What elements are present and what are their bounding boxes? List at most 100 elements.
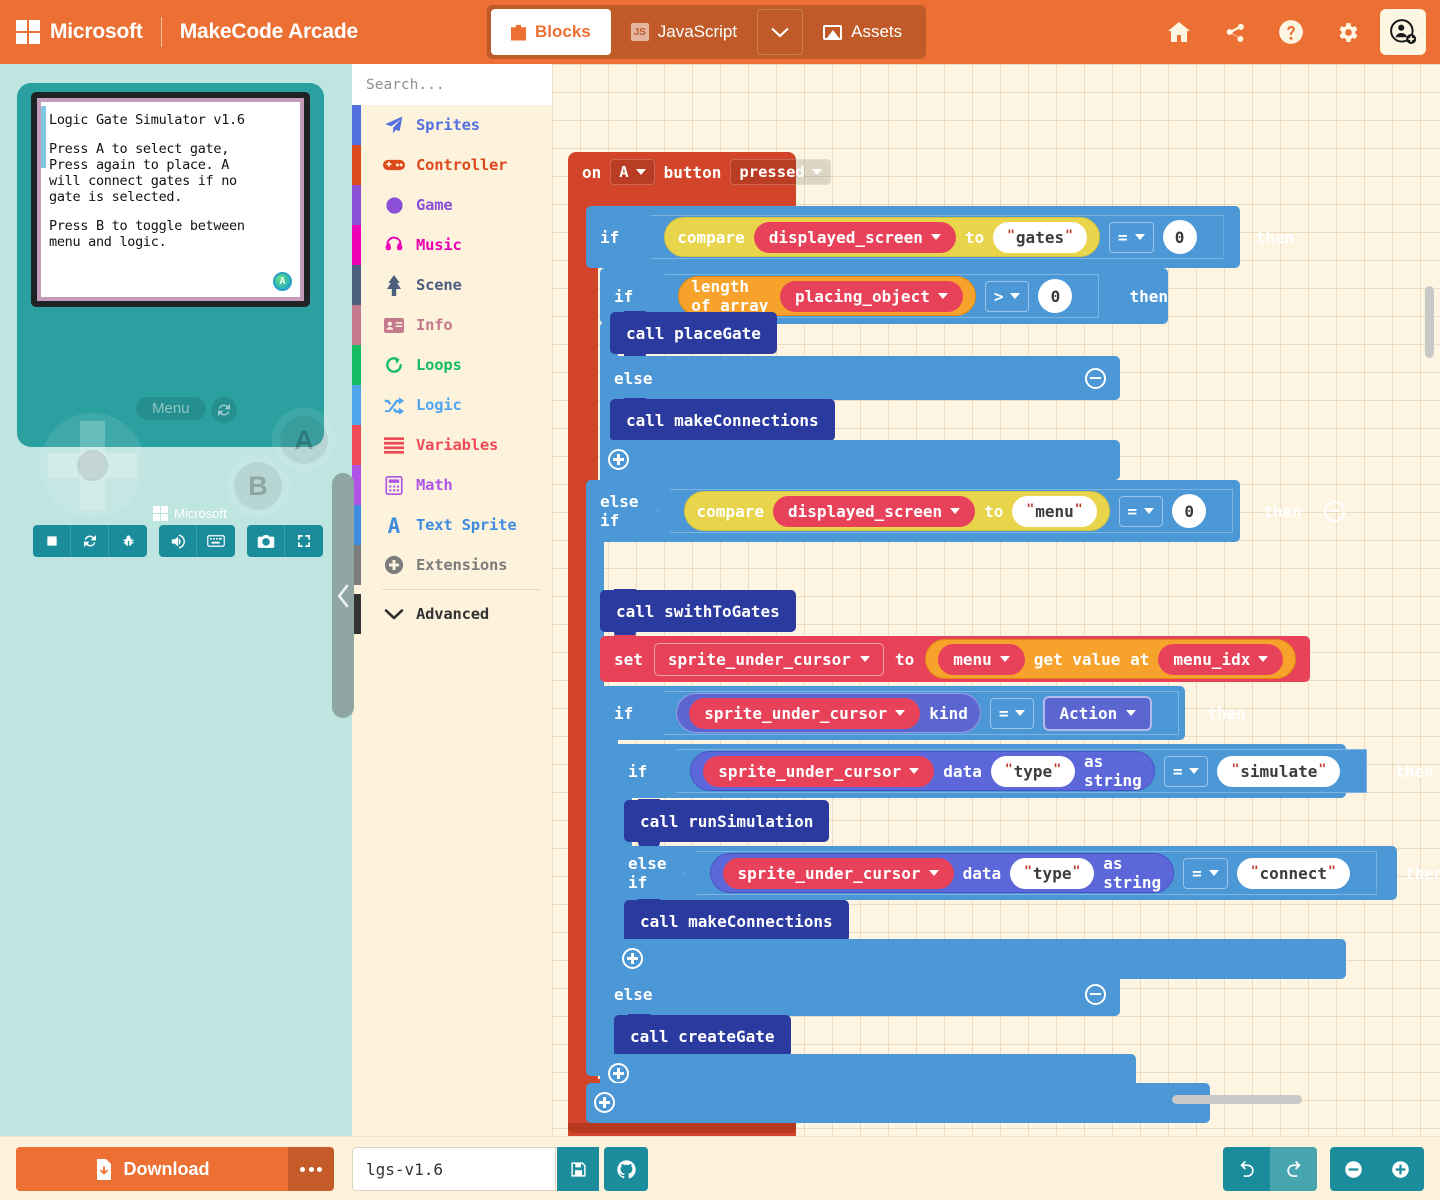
compare-1-variable[interactable]: displayed_screen xyxy=(753,221,956,253)
if-1-condition[interactable]: compare displayed_screen to " gates " = xyxy=(637,215,1224,259)
if-3-kind-select[interactable]: Action xyxy=(1043,695,1153,731)
if-3-condition[interactable]: sprite_under_cursor kind = Action xyxy=(649,691,1180,735)
toolbox-category-extensions[interactable]: Extensions xyxy=(352,545,552,585)
project-name-input[interactable] xyxy=(352,1147,556,1191)
account-icon[interactable] xyxy=(1380,9,1426,55)
toolbox-category-sprites[interactable]: Sprites xyxy=(352,105,552,145)
toolbox-category-math[interactable]: Math xyxy=(352,465,552,505)
array-index-variable[interactable]: menu_idx xyxy=(1158,643,1284,675)
else-if-block-1[interactable]: else if compare displayed_screen to " me… xyxy=(586,480,1345,542)
stop-icon[interactable] xyxy=(33,525,71,557)
tab-assets[interactable]: Assets xyxy=(803,9,922,55)
else-if-1-number[interactable]: 0 xyxy=(1172,494,1207,528)
event-button-select[interactable]: A xyxy=(610,159,655,185)
toolbox-category-text-sprite[interactable]: A Text Sprite xyxy=(352,505,552,545)
settings-gear-icon[interactable] xyxy=(1324,9,1370,55)
mutator-plus-icon-3[interactable] xyxy=(608,1063,629,1084)
compare-2-variable[interactable]: displayed_screen xyxy=(772,495,976,527)
fullscreen-icon[interactable] xyxy=(285,525,323,557)
else-if-2-condition[interactable]: sprite_under_cursor data " type " as str… xyxy=(682,851,1377,895)
array-source-variable[interactable]: menu xyxy=(938,643,1025,675)
else-if-2-operator[interactable]: = xyxy=(1183,857,1228,889)
volume-icon[interactable] xyxy=(159,525,197,557)
collapse-minus-icon-4[interactable] xyxy=(1085,983,1106,1005)
restart-icon[interactable] xyxy=(71,525,109,557)
keyboard-icon[interactable] xyxy=(197,525,235,557)
mutator-plus-icon-2[interactable] xyxy=(622,948,643,969)
undo-button[interactable] xyxy=(1223,1147,1270,1191)
event-state-select[interactable]: pressed xyxy=(730,159,831,185)
blocks-workspace[interactable]: on A button pressed if compare displayed… xyxy=(552,64,1440,1136)
search-input[interactable] xyxy=(366,76,556,93)
if-4-key[interactable]: " type " xyxy=(990,755,1076,787)
else-block-1[interactable]: else xyxy=(600,356,1120,400)
simulator-screen[interactable]: Logic Gate Simulator v1.6 Press A to sel… xyxy=(41,102,300,297)
call-make-connections-block-1[interactable]: call makeConnections xyxy=(610,398,835,448)
length-of-array-block[interactable]: length of array placing_object xyxy=(678,276,976,316)
if-block-1[interactable]: if compare displayed_screen to " gates " xyxy=(586,206,1294,268)
download-button[interactable]: Download xyxy=(16,1147,288,1191)
home-icon[interactable] xyxy=(1156,9,1202,55)
zoom-out-button[interactable] xyxy=(1330,1147,1377,1191)
tab-javascript[interactable]: JS JavaScript xyxy=(611,9,757,55)
else-block-2[interactable]: else xyxy=(600,972,1120,1016)
sprite-kind-block[interactable]: sprite_under_cursor kind xyxy=(676,693,981,733)
compare-block-1[interactable]: compare displayed_screen to " gates " xyxy=(664,217,1100,257)
compare-1-string[interactable]: " gates " xyxy=(993,221,1087,253)
if-1-operator[interactable]: = xyxy=(1108,221,1154,253)
collapse-minus-icon-1[interactable] xyxy=(1085,367,1106,389)
call-place-gate-block[interactable]: call placeGate xyxy=(610,311,777,361)
sprite-data-block-1[interactable]: sprite_under_cursor data " type " as str… xyxy=(690,751,1155,791)
set-target-variable[interactable]: sprite_under_cursor xyxy=(653,642,884,676)
else-if-block-2[interactable]: else if sprite_under_cursor data " type … xyxy=(614,846,1440,900)
if-2-number[interactable]: 0 xyxy=(1038,279,1073,313)
if-block-4[interactable]: if sprite_under_cursor data " type " as … xyxy=(614,744,1434,798)
if-4-condition[interactable]: sprite_under_cursor data " type " as str… xyxy=(663,749,1368,793)
if-4-string[interactable]: " simulate " xyxy=(1217,755,1341,787)
help-icon[interactable] xyxy=(1268,9,1314,55)
mutator-plus-icon-1[interactable] xyxy=(608,449,629,470)
else-if-2-string[interactable]: " connect " xyxy=(1236,857,1350,889)
if-4-operator[interactable]: = xyxy=(1163,755,1209,787)
workspace-vertical-scrollbar[interactable] xyxy=(1425,286,1434,358)
call-swith-to-gates-block[interactable]: call swithToGates xyxy=(600,589,796,639)
mutator-plus-icon-4[interactable] xyxy=(594,1092,615,1113)
toolbox-category-loops[interactable]: Loops xyxy=(352,345,552,385)
simulator-dpad[interactable] xyxy=(40,413,145,518)
set-variable-block[interactable]: set sprite_under_cursor to menu get valu… xyxy=(600,635,1311,682)
toolbox-category-game[interactable]: Game xyxy=(352,185,552,225)
length-of-array-variable[interactable]: placing_object xyxy=(779,280,963,312)
else-if-1-condition[interactable]: compare displayed_screen to " menu " = 0 xyxy=(656,489,1234,533)
collapse-minus-icon-2[interactable] xyxy=(1323,500,1345,522)
compare-block-2[interactable]: compare displayed_screen to " menu " xyxy=(683,491,1110,531)
toolbox-collapse-handle[interactable] xyxy=(332,473,354,718)
screenshot-camera-icon[interactable] xyxy=(247,525,285,557)
toolbox-category-info[interactable]: Info xyxy=(352,305,552,345)
refresh-icon[interactable] xyxy=(211,397,237,423)
tab-blocks[interactable]: Blocks xyxy=(491,9,611,55)
toolbox-category-advanced[interactable]: Advanced xyxy=(352,594,552,634)
zoom-in-button[interactable] xyxy=(1377,1147,1424,1191)
call-run-simulation-block[interactable]: call runSimulation xyxy=(624,799,830,849)
if-block-3[interactable]: if sprite_under_cursor kind = Action the… xyxy=(600,686,1246,740)
simulator-button-a[interactable]: A xyxy=(272,408,336,472)
else-if-2-key[interactable]: " type " xyxy=(1010,857,1095,889)
array-get-value-block[interactable]: menu get value at menu_idx xyxy=(925,639,1297,679)
toolbox-category-music[interactable]: Music xyxy=(352,225,552,265)
if-1-number[interactable]: 0 xyxy=(1162,220,1197,254)
toolbox-category-logic[interactable]: Logic xyxy=(352,385,552,425)
github-button[interactable] xyxy=(604,1147,648,1191)
sprite-data-block-2[interactable]: sprite_under_cursor data " type " as str… xyxy=(709,853,1175,893)
call-create-gate-block[interactable]: call createGate xyxy=(614,1014,791,1064)
else-if-1-operator[interactable]: = xyxy=(1118,495,1164,527)
save-button[interactable] xyxy=(557,1147,599,1191)
call-make-connections-block-2[interactable]: call makeConnections xyxy=(624,899,849,949)
debug-bug-icon[interactable] xyxy=(109,525,147,557)
sim-menu-button[interactable]: Menu xyxy=(136,397,206,420)
language-dropdown-button[interactable] xyxy=(757,9,804,55)
if-4-variable[interactable]: sprite_under_cursor xyxy=(703,755,935,787)
toolbox-category-variables[interactable]: Variables xyxy=(352,425,552,465)
else-if-2-variable[interactable]: sprite_under_cursor xyxy=(722,857,954,889)
workspace-horizontal-scrollbar[interactable] xyxy=(1172,1095,1302,1104)
download-more-button[interactable] xyxy=(288,1147,334,1191)
